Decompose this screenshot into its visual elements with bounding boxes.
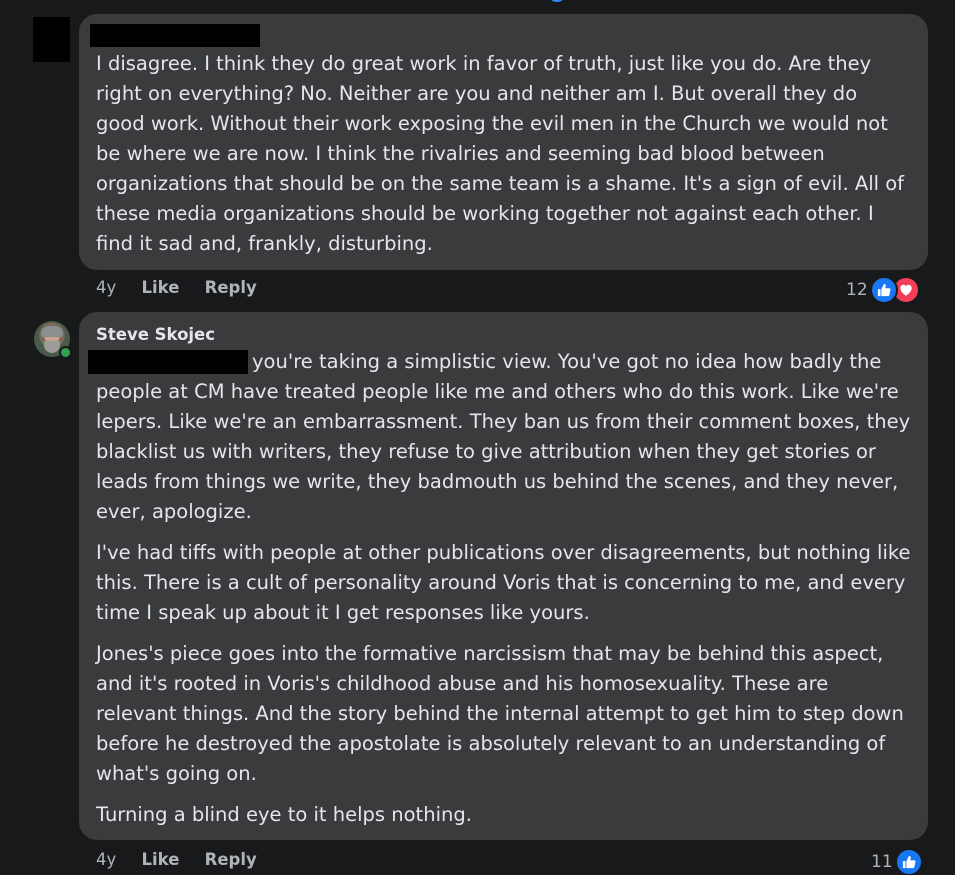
avatar[interactable]: [34, 321, 72, 359]
comment-actions: 4y Like Reply: [96, 278, 277, 297]
avatar-photo-detail: [44, 341, 60, 353]
comment-text: you're taking a simplistic view. You've …: [96, 347, 911, 841]
comment-bubble: Steve Skojec you're taking a simplistic …: [79, 312, 928, 840]
comment-bubble: I disagree. I think they do great work i…: [79, 14, 928, 270]
reply-button[interactable]: Reply: [205, 850, 257, 869]
comment-thread: I disagree. I think they do great work i…: [0, 0, 955, 875]
comment-paragraph: Jones's piece goes into the formative na…: [96, 642, 904, 785]
like-icon: [894, 848, 923, 875]
reaction-summary[interactable]: 12: [846, 276, 920, 304]
reaction-count: 12: [846, 280, 868, 300]
avatar-photo: [41, 326, 63, 337]
comment-author[interactable]: Steve Skojec: [96, 325, 215, 344]
comment-timestamp[interactable]: 4y: [96, 850, 116, 869]
comment-timestamp[interactable]: 4y: [96, 278, 116, 297]
comment-actions: 4y Like Reply: [96, 850, 277, 869]
notification-dot: [548, 0, 566, 2]
reaction-summary[interactable]: 11: [871, 848, 923, 875]
comment-text: I disagree. I think they do great work i…: [96, 49, 911, 270]
like-button[interactable]: Like: [142, 850, 180, 869]
comment-paragraph: I've had tiffs with people at other publ…: [96, 541, 911, 624]
comment-paragraph: you're taking a simplistic view. You've …: [96, 350, 911, 523]
comment-paragraph: Turning a blind eye to it helps nothing.: [96, 803, 472, 826]
reply-button[interactable]: Reply: [205, 278, 257, 297]
avatar-redacted[interactable]: [33, 17, 70, 62]
like-button[interactable]: Like: [142, 278, 180, 297]
online-status-icon: [59, 346, 72, 359]
redacted-author-name: [90, 24, 260, 47]
reaction-count: 11: [871, 852, 893, 872]
comment-paragraph: I disagree. I think they do great work i…: [96, 52, 905, 255]
like-icon: [869, 276, 898, 304]
